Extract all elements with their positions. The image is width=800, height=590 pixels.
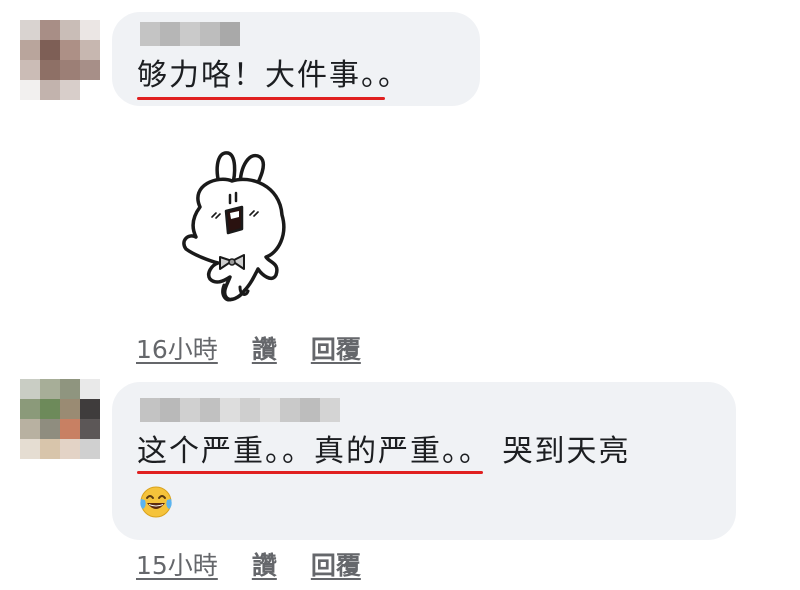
red-underline-annotation <box>137 97 385 100</box>
comment-actions: 15小時 讚 回覆 <box>136 546 361 582</box>
comment-text: 这个严重。。真的严重。。 哭到天亮 <box>137 434 631 469</box>
reply-button[interactable]: 回覆 <box>311 330 361 366</box>
comment-actions: 16小時 讚 回覆 <box>136 330 361 366</box>
red-underline-annotation <box>137 471 483 474</box>
avatar[interactable] <box>20 379 100 459</box>
commenter-name-blurred[interactable] <box>140 22 240 46</box>
commenter-name-blurred[interactable] <box>140 398 340 422</box>
timestamp-link[interactable]: 16小時 <box>136 330 218 366</box>
like-button[interactable]: 讚 <box>252 546 277 582</box>
like-button[interactable]: 讚 <box>252 330 277 366</box>
comment-thread: 够力咯！大件事。。 16小時 讚 回覆 这个严重。。真的严重。。 哭到天亮 15… <box>0 0 800 590</box>
comment-text: 够力咯！大件事。。 <box>137 58 410 93</box>
joy-tears-emoji <box>140 486 172 518</box>
avatar[interactable] <box>20 20 100 100</box>
timestamp-link[interactable]: 15小時 <box>136 546 218 582</box>
rabbit-sticker <box>182 151 286 302</box>
reply-button[interactable]: 回覆 <box>311 546 361 582</box>
